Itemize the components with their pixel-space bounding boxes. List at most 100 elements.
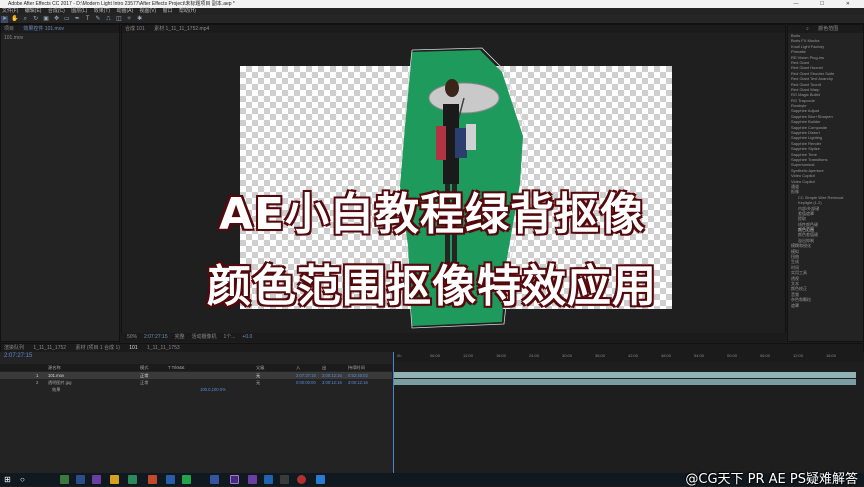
roto-tool-icon[interactable]: ✧ <box>126 16 133 23</box>
views-select[interactable]: 1个... <box>224 334 236 340</box>
wechat-icon[interactable] <box>182 475 191 484</box>
app-icon-blue4[interactable] <box>316 475 325 484</box>
layer-row-1[interactable]: 1 101.mov 正常 无 2:07:27:15 3:00:12:16 0:5… <box>0 372 392 379</box>
ruler-tick-label: 42:00 <box>628 353 639 358</box>
ruler-tick-label: 0h <box>397 353 402 358</box>
layer-name[interactable]: 101.mov <box>48 372 64 379</box>
layer-parent[interactable]: 无 <box>256 372 260 379</box>
ruler-tick-label: 00:00 <box>727 353 738 358</box>
stamp-tool-icon[interactable]: ⎍ <box>105 16 112 23</box>
app-icon-blue3[interactable] <box>210 475 219 484</box>
exposure-value[interactable]: +0.0 <box>242 334 252 340</box>
tab-comp-footage[interactable]: 素材 (项目 1 合成 1) <box>75 345 119 351</box>
ruler-tick-label: 48:00 <box>661 353 672 358</box>
timeline-tracks: 0h 06:00 12:00 18:00 24:00 30:00 36:00 42:00 48:… <box>393 352 864 473</box>
app-icon-teal[interactable] <box>128 475 137 484</box>
ruler-tick-label: 30:00 <box>562 353 573 358</box>
tab-comp-101[interactable]: 101 <box>129 345 137 351</box>
layer-mode[interactable]: 正常 <box>140 372 148 379</box>
timeline-timecode[interactable]: 2:07:27:15 <box>4 353 32 360</box>
pan-behind-tool-icon[interactable]: ✥ <box>53 16 60 23</box>
rectangle-tool-icon[interactable]: ▭ <box>63 16 70 23</box>
ruler-tick-label: 12:00 <box>793 353 804 358</box>
camera-select[interactable]: 活动摄像机 <box>192 334 217 340</box>
layer-mode[interactable]: 正常 <box>140 379 148 386</box>
layer-bar-2[interactable] <box>393 379 856 385</box>
effects-sublabel[interactable]: 效果 <box>52 386 60 393</box>
menu-layer[interactable]: 图层(L) <box>71 8 87 14</box>
menu-help[interactable]: 帮助(H) <box>179 8 196 14</box>
folder-icon[interactable] <box>110 475 119 484</box>
layer-parent[interactable]: 无 <box>256 379 260 386</box>
layer-row-2[interactable]: 2 透明图片.jpg 正常 无 0:00:00:00 3:00:12:16 3:… <box>0 379 392 386</box>
col-source-name[interactable]: 源名称 <box>48 364 61 371</box>
zoom-tool-icon[interactable]: ⌕ <box>22 16 29 23</box>
ruler-tick-label: 36:00 <box>595 353 606 358</box>
ruler-tick-label: 54:00 <box>694 353 705 358</box>
tab-effect-controls[interactable]: 效果控件 101.mov <box>23 26 64 32</box>
app-icon-blue[interactable] <box>76 475 85 484</box>
search-icon: ⌕ <box>806 26 809 32</box>
menu-edit[interactable]: 编辑(E) <box>25 8 42 14</box>
menu-composition[interactable]: 合成(C) <box>48 8 65 14</box>
puppet-tool-icon[interactable]: ✱ <box>136 16 143 23</box>
search-icon[interactable]: ○ <box>20 475 29 484</box>
effects-search[interactable]: ⌕ 颜色范围 <box>788 25 863 33</box>
overlay-title-line1: AE小白教程绿背抠像 <box>218 188 646 241</box>
tools-toolbar: ➤ ✋ ⌕ ↻ ▣ ✥ ▭ ✒ T ✎ ⎍ ◫ ✧ ✱ <box>0 15 864 24</box>
menu-file[interactable]: 文件(F) <box>2 8 18 14</box>
app-icon-orange[interactable] <box>148 475 157 484</box>
camera-tool-icon[interactable]: ▣ <box>43 16 50 23</box>
time-ruler[interactable]: 0h 06:00 12:00 18:00 24:00 30:00 36:00 42:00 48:… <box>393 352 864 362</box>
resolution-select[interactable]: 完整 <box>175 334 185 340</box>
windows-start-icon[interactable]: ⊞ <box>4 475 13 484</box>
layer-list: 2:07:27:15 源名称 模式 T TrkMat 父级 入 出 持续时间 1… <box>0 352 392 473</box>
tab-render-queue[interactable]: 渲染队列 <box>4 345 24 351</box>
app-icon-gray[interactable] <box>280 475 289 484</box>
tab-composition[interactable]: 合成 101 <box>125 26 145 32</box>
hand-tool-icon[interactable]: ✋ <box>11 16 18 23</box>
tab-footage[interactable]: 素材 1_11_11_1752.mp4 <box>154 26 209 32</box>
effects-search-input[interactable]: 颜色范围 <box>818 26 838 32</box>
ruler-tick-label: 06:00 <box>760 353 771 358</box>
playhead[interactable] <box>393 352 394 473</box>
col-mode[interactable]: 模式 <box>140 364 148 371</box>
selection-tool-icon[interactable]: ➤ <box>1 16 8 23</box>
menu-bar: 文件(F) 编辑(E) 合成(C) 图层(L) 效果(T) 动画(A) 视图(V… <box>0 8 864 15</box>
col-out[interactable]: 出 <box>322 364 326 371</box>
premiere-pro-icon[interactable] <box>248 475 257 484</box>
premiere-icon[interactable] <box>92 475 101 484</box>
window-title: Adobe After Effects CC 2017 - D:\Modern … <box>8 1 235 7</box>
ruler-tick-label: 06:00 <box>430 353 441 358</box>
rotate-tool-icon[interactable]: ↻ <box>32 16 39 23</box>
col-in[interactable]: 入 <box>296 364 300 371</box>
window-controls[interactable]: — ☐ ✕ <box>794 0 860 8</box>
menu-effect[interactable]: 效果(T) <box>94 8 110 14</box>
menu-window[interactable]: 窗口 <box>163 8 173 14</box>
channel-watermark: @CG天下 PR AE PS疑难解答 <box>685 472 858 487</box>
tab-comp-1752[interactable]: 1_11_11_1752 <box>33 345 66 351</box>
app-icon-red[interactable] <box>297 475 306 484</box>
col-duration[interactable]: 持续时间 <box>348 364 365 371</box>
photoshop-icon[interactable] <box>264 475 273 484</box>
ruler-tick-label: 18:00 <box>826 353 837 358</box>
tab-project[interactable]: 项目 <box>4 26 14 32</box>
menu-view[interactable]: 视图(V) <box>140 8 157 14</box>
after-effects-icon[interactable] <box>230 475 239 484</box>
scale-value[interactable]: 100.0,100.0% <box>200 386 226 393</box>
pen-tool-icon[interactable]: ✒ <box>74 16 81 23</box>
layer-name[interactable]: 透明图片.jpg <box>48 379 72 386</box>
app-icon-blue2[interactable] <box>166 475 175 484</box>
viewer-footer: 50% 2:07:27:15 完整 活动摄像机 1个... +0.0 <box>121 333 786 342</box>
layer-bar-1[interactable] <box>393 372 856 378</box>
type-tool-icon[interactable]: T <box>84 16 91 23</box>
viewer-timecode[interactable]: 2:07:27:15 <box>144 334 168 340</box>
app-icon-green[interactable] <box>60 475 69 484</box>
col-parent[interactable]: 父级 <box>256 364 264 371</box>
col-trkmat[interactable]: T TrkMat <box>168 364 184 371</box>
zoom-level[interactable]: 50% <box>127 334 137 340</box>
eraser-tool-icon[interactable]: ◫ <box>115 16 122 23</box>
menu-animation[interactable]: 动画(A) <box>116 8 133 14</box>
tab-comp-1753[interactable]: 1_11_11_1753 <box>147 345 180 351</box>
brush-tool-icon[interactable]: ✎ <box>95 16 102 23</box>
